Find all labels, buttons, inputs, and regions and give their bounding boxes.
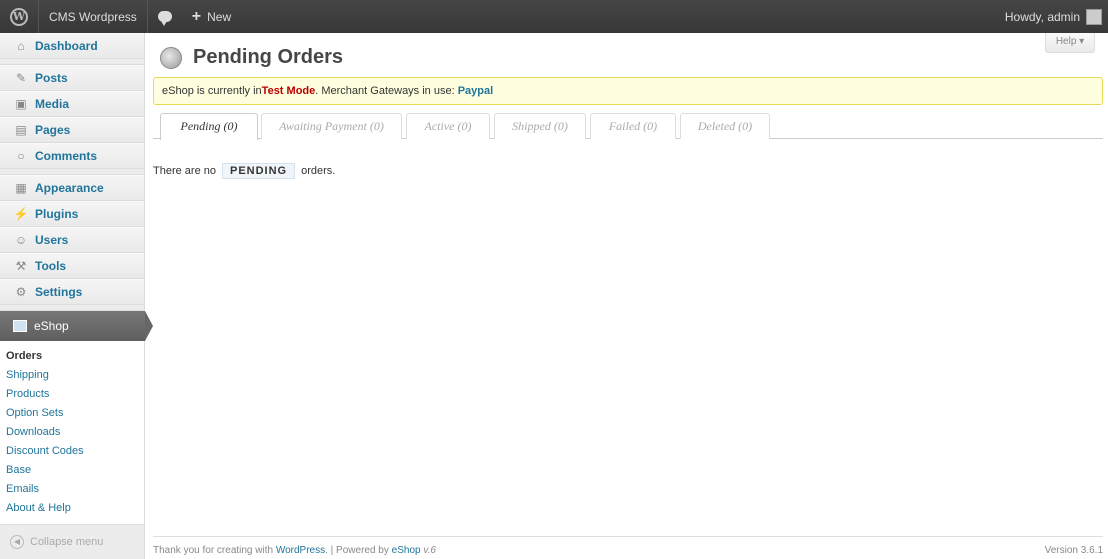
tools-icon: ⚒ <box>15 259 27 273</box>
submenu-discount-codes[interactable]: Discount Codes <box>0 442 144 461</box>
submenu-about-help[interactable]: About & Help <box>0 499 144 518</box>
sidebar-item-pages[interactable]: ▤ Pages <box>0 117 144 143</box>
sidebar-item-eshop[interactable]: eShop <box>0 311 153 341</box>
test-mode-label: Test Mode <box>261 85 316 97</box>
comments-button[interactable] <box>146 0 182 33</box>
comment-bubble-icon <box>157 11 172 26</box>
eshop-version: v.6 <box>423 545 436 556</box>
sidebar-item-dashboard[interactable]: ⌂ Dashboard <box>0 33 144 59</box>
footer-text-1: Thank you for creating with <box>153 545 276 556</box>
submenu-base[interactable]: Base <box>0 461 144 480</box>
admin-sidebar: ⌂ Dashboard ✎ Posts ▣ Media ▤ Pages ○ Comment… <box>0 33 153 559</box>
footer-text-2: . | Powered by <box>325 545 392 556</box>
sidebar-item-plugins[interactable]: ⚡ Plugins <box>0 201 144 227</box>
sidebar-item-label: Appearance <box>35 181 104 195</box>
wordpress-icon: W <box>10 7 28 26</box>
sidebar-item-posts[interactable]: ✎ Posts <box>0 65 144 91</box>
collapse-arrow-icon: ◀ <box>10 535 24 549</box>
users-icon: ☺ <box>14 233 28 247</box>
page-title: Pending Orders <box>193 46 344 68</box>
sidebar-item-media[interactable]: ▣ Media <box>0 91 144 117</box>
eshop-link[interactable]: eShop <box>392 545 421 556</box>
wordpress-link[interactable]: WordPress <box>276 545 325 556</box>
media-icon: ▣ <box>15 97 27 111</box>
new-content-button[interactable]: + New <box>182 0 241 33</box>
empty-suffix: orders. <box>301 165 336 177</box>
help-button[interactable]: Help ▾ <box>1045 33 1095 53</box>
sidebar-item-label: Dashboard <box>35 39 98 53</box>
test-mode-notice: eShop is currently in Test Mode . Mercha… <box>153 77 1103 105</box>
howdy-greeting: Howdy, admin <box>1004 9 1080 24</box>
avatar <box>1086 8 1102 25</box>
tab-failed[interactable]: Failed (0) <box>590 113 676 139</box>
collapse-menu-label: Collapse menu <box>30 536 104 548</box>
submenu-downloads[interactable]: Downloads <box>0 423 144 442</box>
plugins-icon: ⚡ <box>13 207 29 221</box>
wordpress-logo-button[interactable]: W <box>0 0 38 33</box>
eshop-globe-icon <box>160 46 182 69</box>
appearance-icon: ▦ <box>15 181 27 195</box>
home-icon: ⌂ <box>17 39 25 53</box>
tab-pending[interactable]: Pending (0) <box>160 113 258 140</box>
sidebar-item-appearance[interactable]: ▦ Appearance <box>0 175 144 201</box>
eshop-icon <box>13 320 27 332</box>
new-content-label: New <box>207 9 232 24</box>
tab-shipped[interactable]: Shipped (0) <box>494 113 586 139</box>
sidebar-item-tools[interactable]: ⚒ Tools <box>0 253 144 279</box>
main-content: Help ▾ Pending Orders eShop is currently… <box>153 33 1103 559</box>
footer: Thank you for creating with WordPress. |… <box>153 536 1103 556</box>
submenu-emails[interactable]: Emails <box>0 480 144 499</box>
wp-version: Version 3.6.1 <box>1044 545 1103 556</box>
sidebar-item-label: Pages <box>35 123 71 137</box>
notice-prefix: eShop is currently in <box>162 85 262 97</box>
tab-deleted[interactable]: Deleted (0) <box>680 113 770 139</box>
submenu-orders[interactable]: Orders <box>0 347 144 366</box>
sidebar-item-label: Tools <box>35 259 67 273</box>
no-orders-message: There are no PENDING orders. <box>153 163 335 179</box>
pages-icon: ▤ <box>15 123 27 137</box>
empty-prefix: There are no <box>153 165 216 177</box>
sidebar-item-label: Posts <box>35 71 68 85</box>
settings-icon: ⚙ <box>15 285 27 299</box>
comments-icon: ○ <box>17 149 25 163</box>
notice-middle: . Merchant Gateways in use: <box>315 85 458 97</box>
tab-active[interactable]: Active (0) <box>406 113 490 139</box>
sidebar-item-label: Settings <box>35 285 83 299</box>
my-account-menu[interactable]: Howdy, admin <box>995 0 1108 33</box>
sidebar-item-users[interactable]: ☺ Users <box>0 227 144 253</box>
submenu-option-sets[interactable]: Option Sets <box>0 404 144 423</box>
site-name-link[interactable]: CMS Wordpress <box>38 0 147 33</box>
admin-bar: W CMS Wordpress + New Howdy, admin <box>0 0 1108 33</box>
collapse-menu-button[interactable]: ◀ Collapse menu <box>0 525 144 549</box>
sidebar-item-label: eShop <box>34 319 69 333</box>
sidebar-item-comments[interactable]: ○ Comments <box>0 143 144 169</box>
gateway-name: Paypal <box>457 85 494 97</box>
order-status-tabs: Pending (0) Awaiting Payment (0) Active … <box>153 113 1103 140</box>
submenu-shipping[interactable]: Shipping <box>0 366 144 385</box>
tab-awaiting-payment[interactable]: Awaiting Payment (0) <box>261 113 402 139</box>
submenu-products[interactable]: Products <box>0 385 144 404</box>
status-badge: PENDING <box>221 163 296 179</box>
sidebar-item-label: Media <box>35 97 70 111</box>
sidebar-item-label: Comments <box>35 149 98 163</box>
page-header: Pending Orders <box>153 46 343 69</box>
sidebar-item-label: Plugins <box>35 207 79 221</box>
sidebar-item-settings[interactable]: ⚙ Settings <box>0 279 144 305</box>
eshop-submenu: Orders Shipping Products Option Sets Dow… <box>0 341 144 525</box>
pin-icon: ✎ <box>15 71 27 85</box>
plus-icon: + <box>191 7 202 25</box>
sidebar-item-label: Users <box>35 233 69 247</box>
